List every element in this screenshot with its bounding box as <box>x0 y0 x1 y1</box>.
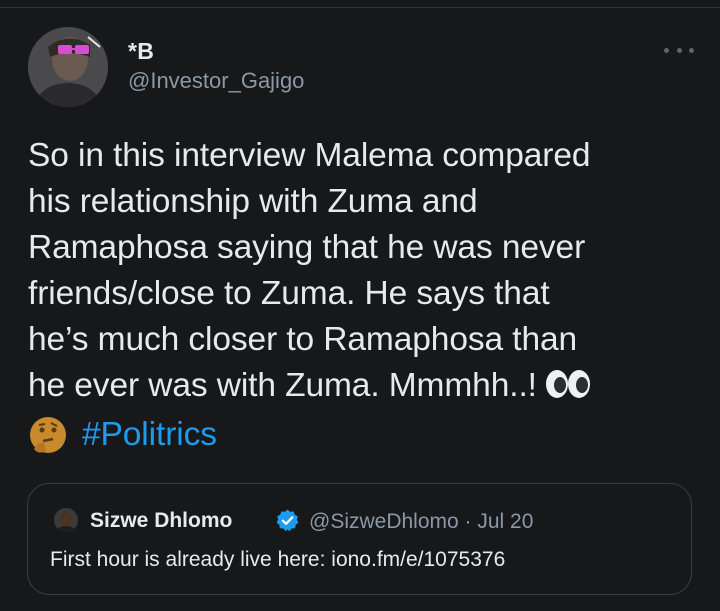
tweet-text: So in this interview Malema compared his… <box>28 133 703 468</box>
verified-badge-icon <box>275 508 300 533</box>
thinking-face-emoji-icon <box>28 415 68 468</box>
tweet-text-line-hashtag: #Politrics <box>28 412 703 468</box>
tweet-text-line: his relationship with Zuma and <box>28 183 478 220</box>
tweet-text-line: So in this interview Malema compared <box>28 137 591 174</box>
tweet-text-line: Ramaphosa saying that he was never <box>28 229 586 266</box>
eyes-emoji-icon <box>545 366 591 412</box>
username-handle[interactable]: @Investor_Gajigo <box>128 68 304 94</box>
quote-text: First hour is already live here: iono.fm… <box>50 548 506 571</box>
tweet-text-line: he’s much closer to Ramaphosa than <box>28 321 578 358</box>
quote-display-name[interactable]: Sizwe Dhlomo <box>90 509 232 533</box>
more-options-icon[interactable] <box>664 44 694 56</box>
tweet[interactable]: *B @Investor_Gajigo So in this interview… <box>0 0 720 611</box>
avatar[interactable] <box>28 27 108 107</box>
tweet-text-line-last: he ever was with Zuma. Mmmhh..! <box>28 363 703 412</box>
tweet-text-line: he ever was with Zuma. Mmmhh..! <box>28 367 537 404</box>
hashtag-link[interactable]: #Politrics <box>82 416 217 453</box>
tweet-text-line: friends/close to Zuma. He says that <box>28 275 550 312</box>
display-name[interactable]: *B <box>128 38 154 65</box>
quote-avatar[interactable] <box>54 508 78 532</box>
quote-handle-date[interactable]: @SizweDhlomo · Jul 20 <box>309 510 533 534</box>
quoted-tweet-card[interactable]: Sizwe Dhlomo @SizweDhlomo · Jul 20 First… <box>27 483 692 595</box>
